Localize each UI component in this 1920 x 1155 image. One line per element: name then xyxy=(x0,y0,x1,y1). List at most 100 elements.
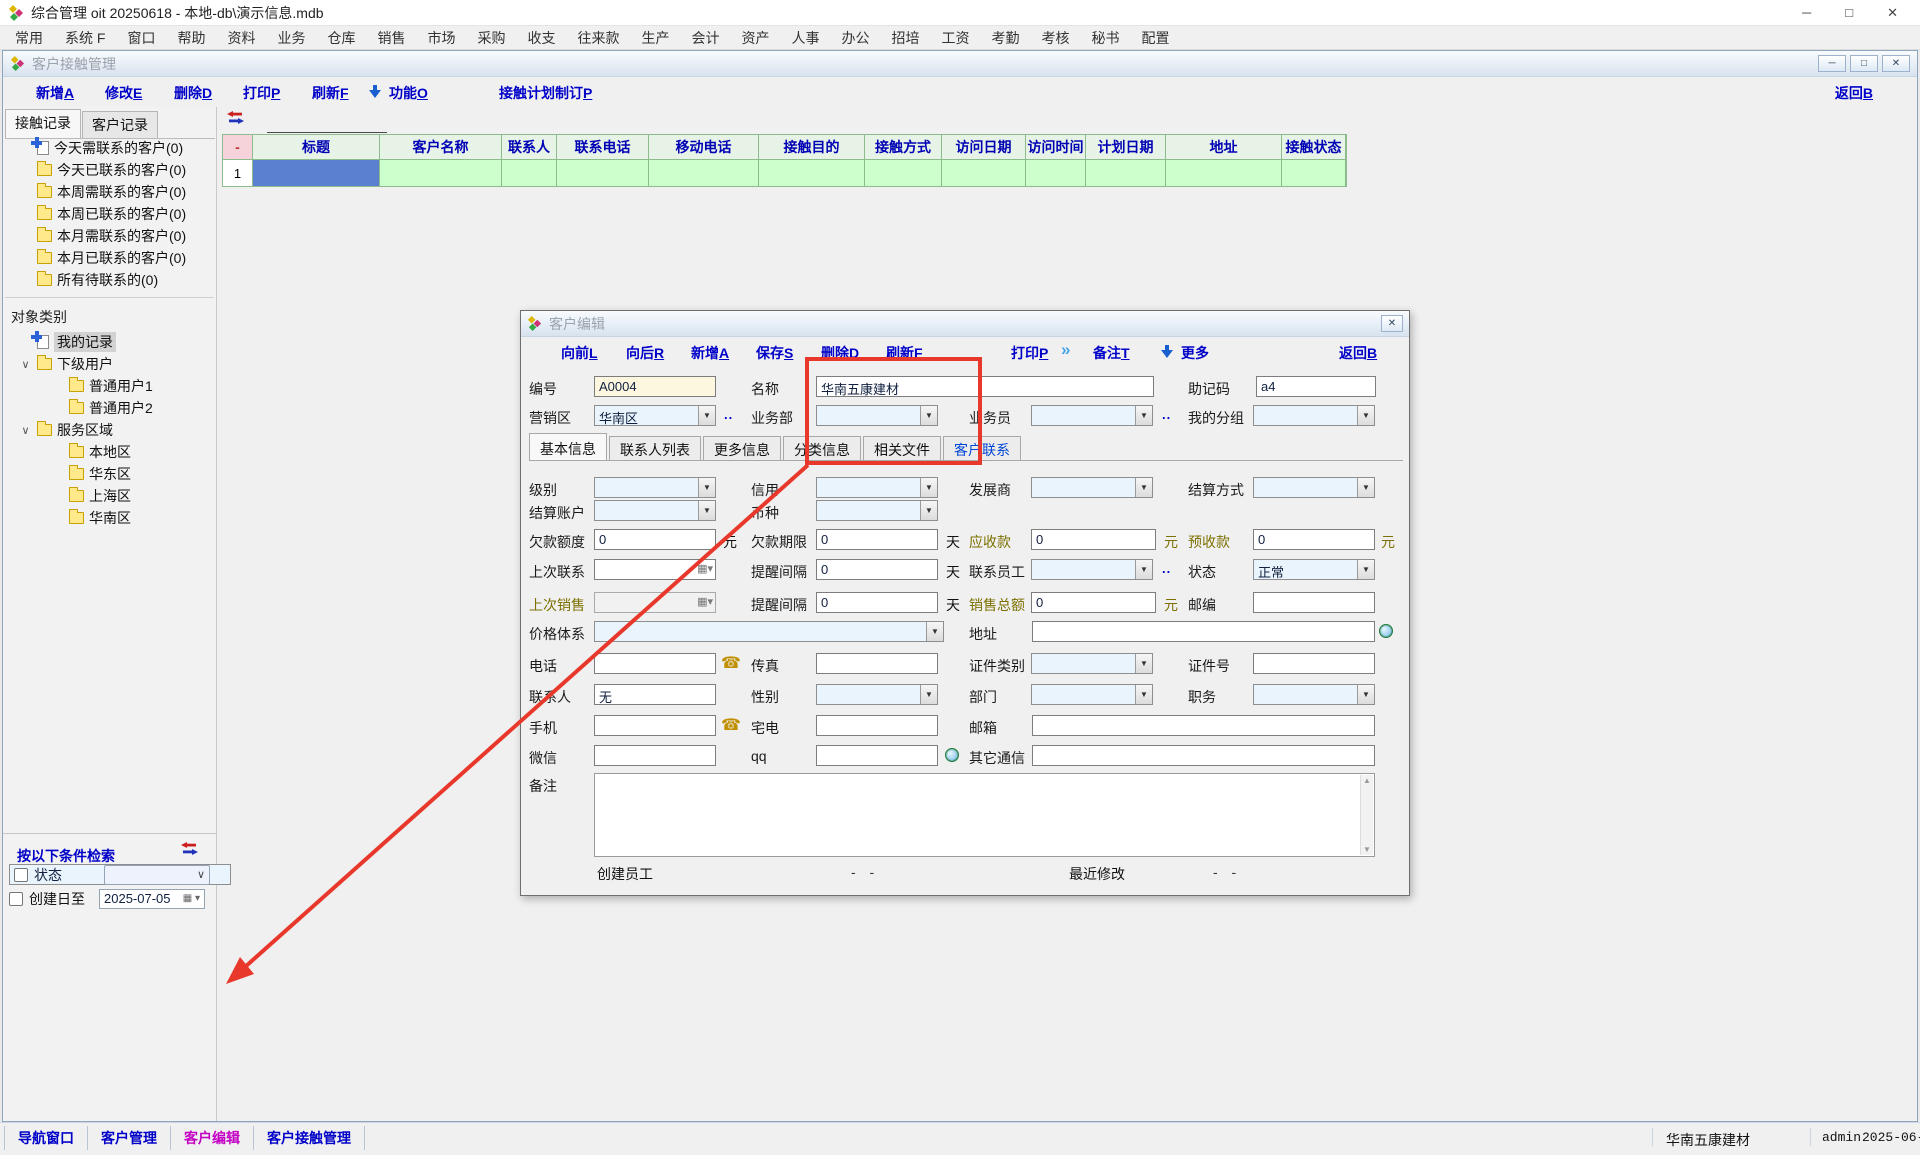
add-button[interactable]: 新增A xyxy=(36,83,74,103)
dialog-close-icon[interactable]: ✕ xyxy=(1381,315,1403,332)
remark-textarea[interactable]: ▲▼ xyxy=(594,773,1375,857)
grid-header-cell[interactable]: 客户名称 xyxy=(380,135,502,160)
print-button[interactable]: 打印P xyxy=(1011,343,1048,363)
checkbox[interactable] xyxy=(9,892,23,906)
grid-header-cell[interactable]: 联系电话 xyxy=(557,135,649,160)
debt-limit-field[interactable]: 0 xyxy=(594,529,716,550)
back-button[interactable]: 返回B xyxy=(1835,83,1873,103)
scroll-up-icon[interactable]: ▲ xyxy=(1363,776,1371,785)
id-type-select[interactable]: ▼ xyxy=(1031,653,1153,674)
menu-item[interactable]: 常用 xyxy=(4,26,54,50)
other-comm-field[interactable] xyxy=(1032,745,1375,766)
department-select[interactable]: ▼ xyxy=(1031,684,1153,705)
taskbar-item[interactable]: 客户管理 xyxy=(88,1126,171,1150)
delete-button[interactable]: 删除D xyxy=(821,343,859,363)
tree-item[interactable]: 上海区 xyxy=(5,485,153,507)
level-select[interactable]: ▼ xyxy=(594,477,716,498)
tree-item[interactable]: 今天需联系的客户(0) xyxy=(5,137,186,159)
dialog-tab[interactable]: 联系人列表 xyxy=(609,436,701,460)
grid-header-cell[interactable]: 访问时间 xyxy=(1026,135,1086,160)
prepaid-field[interactable]: 0 xyxy=(1253,529,1375,550)
dropdown-icon[interactable]: ▼ xyxy=(1357,406,1374,425)
my-group-select[interactable]: ▼ xyxy=(1253,405,1375,426)
dropdown-icon[interactable]: ▼ xyxy=(920,406,937,425)
status-select[interactable]: 正常▼ xyxy=(1253,559,1375,580)
grid-cell[interactable] xyxy=(759,160,865,186)
lookup-button[interactable]: .. xyxy=(1162,407,1171,422)
dialog-tab[interactable]: 相关文件 xyxy=(863,436,941,460)
menu-item[interactable]: 系统 F xyxy=(54,26,116,50)
calendar-icon[interactable] xyxy=(697,562,713,575)
edit-button[interactable]: 修改E xyxy=(105,83,142,103)
swap-arrows-icon[interactable] xyxy=(227,111,244,127)
menu-item[interactable]: 销售 xyxy=(366,26,416,50)
tree-item[interactable]: 华东区 xyxy=(5,463,153,485)
menu-item[interactable]: 配置 xyxy=(1130,26,1180,50)
lookup-button[interactable]: .. xyxy=(1162,561,1171,576)
name-field[interactable]: 华南五康建材 xyxy=(816,376,1154,397)
minimize-icon[interactable]: ─ xyxy=(1802,5,1811,20)
menu-item[interactable]: 往来款 xyxy=(566,26,630,50)
note-button[interactable]: 备注T xyxy=(1093,343,1130,363)
dialog-tab[interactable]: 分类信息 xyxy=(783,436,861,460)
grid-cell[interactable] xyxy=(1282,160,1346,186)
fax-field[interactable] xyxy=(816,653,938,674)
delete-button[interactable]: 删除D xyxy=(174,83,212,103)
dropdown-icon[interactable]: ▼ xyxy=(1357,560,1374,579)
menu-item[interactable]: 考核 xyxy=(1030,26,1080,50)
chevron-right-icon[interactable]: » xyxy=(1061,340,1070,360)
grid-header-cell[interactable]: 移动电话 xyxy=(649,135,759,160)
lookup-button[interactable]: .. xyxy=(724,407,733,422)
grid-cell[interactable]: 1 xyxy=(223,160,253,186)
taskbar-item[interactable]: 导航窗口 xyxy=(4,1126,88,1150)
dropdown-icon[interactable]: ▼ xyxy=(1135,654,1152,673)
home-phone-field[interactable] xyxy=(816,715,938,736)
scrollbar[interactable]: ▲▼ xyxy=(1360,775,1373,855)
function-button[interactable]: 功能O xyxy=(389,83,428,103)
grid-cell[interactable] xyxy=(380,160,502,186)
grid-header-cell[interactable]: 计划日期 xyxy=(1086,135,1166,160)
grid-header-cell[interactable]: 标题 xyxy=(253,135,380,160)
code-field[interactable]: A0004 xyxy=(594,376,716,397)
tab-contact-records[interactable]: 接触记录 xyxy=(5,109,81,138)
region-select[interactable]: 华南区▼ xyxy=(594,405,716,426)
contact-staff-select[interactable]: ▼ xyxy=(1031,559,1153,580)
contact-plan-button[interactable]: 接触计划制订P xyxy=(499,83,592,103)
grid-cell[interactable] xyxy=(649,160,759,186)
price-system-select[interactable]: ▼ xyxy=(594,621,944,642)
menu-item[interactable]: 工资 xyxy=(930,26,980,50)
dropdown-icon[interactable]: ▼ xyxy=(1135,406,1152,425)
mobile-field[interactable] xyxy=(594,715,716,736)
sales-total-field[interactable]: 0 xyxy=(1031,592,1156,613)
tab-customer-records[interactable]: 客户记录 xyxy=(82,111,158,138)
phone-field[interactable] xyxy=(594,653,716,674)
dialog-tab[interactable]: 更多信息 xyxy=(703,436,781,460)
dropdown-icon[interactable]: ▼ xyxy=(698,501,715,520)
email-field[interactable] xyxy=(1032,715,1375,736)
child-close-icon[interactable]: ✕ xyxy=(1882,55,1910,72)
menu-item[interactable]: 窗口 xyxy=(116,26,166,50)
tree-item[interactable]: 所有待联系的(0) xyxy=(5,269,186,291)
grid-cell[interactable] xyxy=(502,160,557,186)
zip-field[interactable] xyxy=(1253,592,1375,613)
tree-item[interactable]: 本周需联系的客户(0) xyxy=(5,181,186,203)
tree-item[interactable]: 本月需联系的客户(0) xyxy=(5,225,186,247)
last-sale-date[interactable] xyxy=(594,592,716,613)
search-condition-field[interactable] xyxy=(104,865,210,885)
add-button[interactable]: 新增A xyxy=(691,343,729,363)
grid-header-cell[interactable]: 接触状态 xyxy=(1282,135,1346,160)
search-condition-field[interactable]: 2025-07-05 xyxy=(99,889,205,909)
menu-item[interactable]: 人事 xyxy=(780,26,830,50)
grid-header-cell[interactable]: 接触方式 xyxy=(865,135,942,160)
dropdown-icon[interactable]: ▼ xyxy=(1135,685,1152,704)
tree-item[interactable]: 本月已联系的客户(0) xyxy=(5,247,186,269)
map-globe-icon[interactable] xyxy=(1379,624,1393,638)
grid-cell[interactable] xyxy=(1086,160,1166,186)
grid-header-cell[interactable]: 访问日期 xyxy=(942,135,1026,160)
remind-gap-field[interactable]: 0 xyxy=(816,559,938,580)
menu-item[interactable]: 业务 xyxy=(266,26,316,50)
wechat-field[interactable] xyxy=(594,745,716,766)
contact-person-field[interactable]: 无 xyxy=(594,684,716,705)
menu-item[interactable]: 会计 xyxy=(680,26,730,50)
next-button[interactable]: 向后R xyxy=(626,343,664,363)
